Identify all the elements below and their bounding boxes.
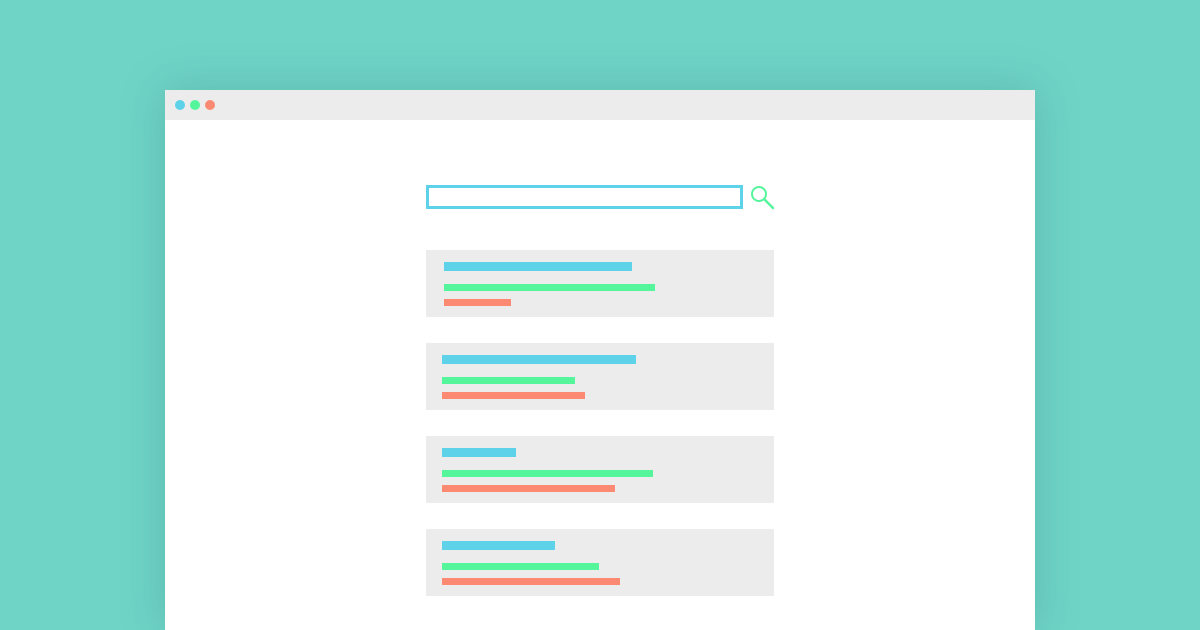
result-title-placeholder xyxy=(442,355,636,364)
result-snippet-placeholder xyxy=(442,485,615,492)
result-snippet-placeholder xyxy=(442,392,585,399)
result-url-placeholder xyxy=(442,563,599,570)
result-snippet-placeholder xyxy=(444,299,511,306)
result-title-placeholder xyxy=(442,448,516,457)
search-input[interactable] xyxy=(426,185,743,209)
search-result-card[interactable] xyxy=(426,343,774,410)
window-control-dot-red[interactable] xyxy=(205,100,215,110)
result-title-placeholder xyxy=(444,262,632,271)
search-result-card[interactable] xyxy=(426,436,774,503)
search-button[interactable] xyxy=(749,184,777,212)
result-snippet-placeholder xyxy=(442,578,620,585)
search-icon xyxy=(751,186,775,210)
search-result-card[interactable] xyxy=(426,250,774,317)
result-url-placeholder xyxy=(444,284,655,291)
window-control-dot-green[interactable] xyxy=(190,100,200,110)
result-title-placeholder xyxy=(442,541,555,550)
result-url-placeholder xyxy=(442,470,653,477)
title-bar xyxy=(165,90,1035,120)
search-result-card[interactable] xyxy=(426,529,774,596)
result-url-placeholder xyxy=(442,377,575,384)
window-control-dot-blue[interactable] xyxy=(175,100,185,110)
browser-window xyxy=(165,90,1035,630)
